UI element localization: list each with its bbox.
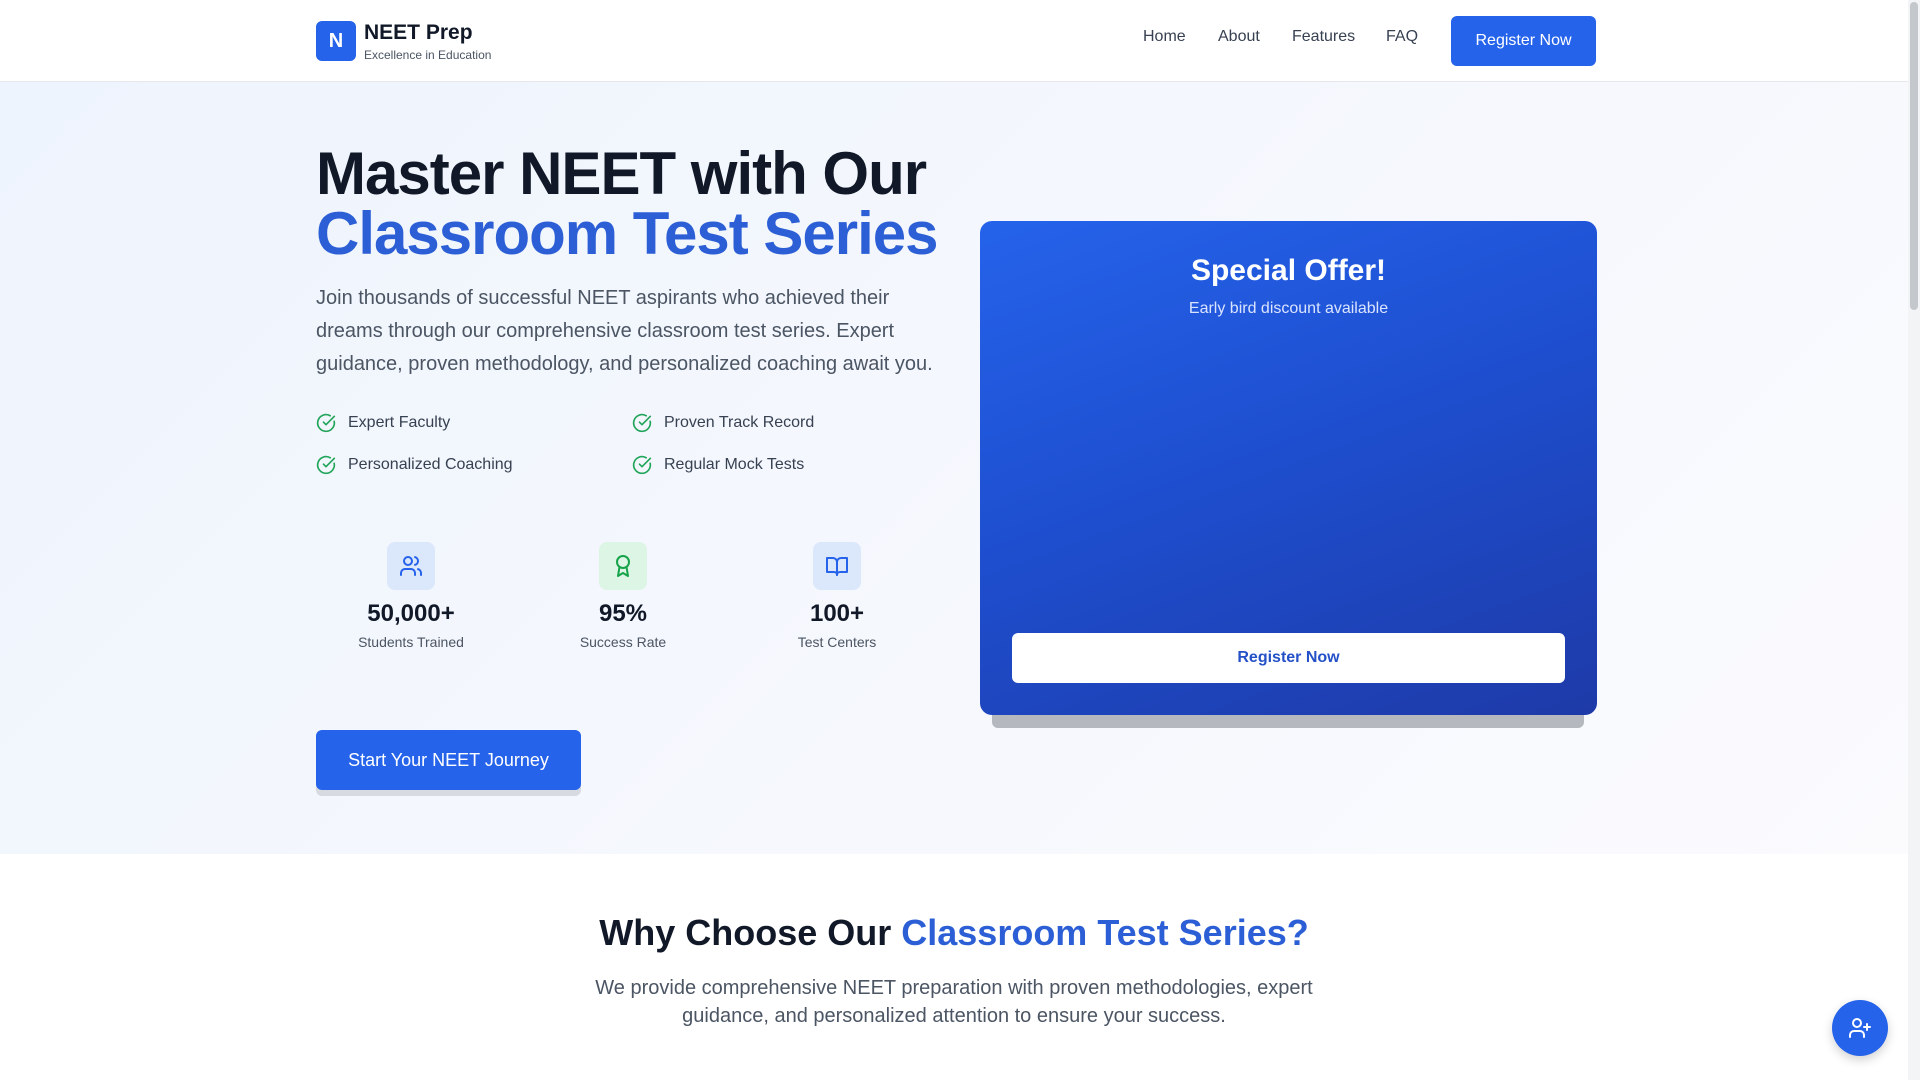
nav-home-link[interactable]: Home: [1143, 28, 1186, 46]
brand-name[interactable]: NEET Prep: [364, 21, 473, 45]
feature-label: Regular Mock Tests: [664, 456, 805, 473]
why-section-title: Why Choose Our Classroom Test Series?: [0, 912, 1908, 954]
hero-title: Master NEET with Our Classroom Test Seri…: [316, 140, 939, 267]
stat-students: 50,000+ Students Trained: [321, 542, 501, 650]
book-open-icon: [813, 542, 861, 590]
hero-description: Join thousands of successful NEET aspira…: [316, 287, 933, 375]
stat-value: 100+: [809, 600, 865, 627]
why-title-highlight: Classroom Test Series?: [901, 912, 1309, 953]
nav-faq-link[interactable]: FAQ: [1386, 28, 1418, 46]
feature-label: Proven Track Record: [664, 414, 815, 431]
check-circle-icon: [316, 455, 336, 475]
stat-label: Test Centers: [797, 634, 877, 650]
check-circle-icon: [316, 413, 336, 433]
brand-tagline: Excellence in Education: [364, 48, 492, 62]
logo-icon[interactable]: N: [316, 21, 356, 61]
stat-test-centers: 100+ Test Centers: [747, 542, 927, 650]
header-register-button[interactable]: Register Now: [1451, 16, 1596, 66]
nav-about-link[interactable]: About: [1218, 28, 1260, 46]
stat-value: 95%: [598, 600, 648, 627]
check-circle-icon: [632, 455, 652, 475]
users-icon: [387, 542, 435, 590]
user-plus-icon: [1849, 1018, 1871, 1038]
why-section-description: We provide comprehensive NEET preparatio…: [595, 977, 1313, 1027]
feature-item: Regular Mock Tests: [632, 455, 804, 475]
stat-label: Students Trained: [358, 634, 464, 650]
feature-item: Proven Track Record: [632, 413, 814, 433]
offer-title: Special Offer!: [1190, 254, 1387, 287]
scrollbar-thumb[interactable]: [1910, 2, 1918, 310]
offer-subtitle: Early bird discount available: [1188, 300, 1389, 317]
stat-value: 50,000+: [367, 600, 455, 627]
why-title-part1: Why Choose Our: [599, 912, 902, 953]
stat-label: Success Rate: [579, 634, 667, 650]
hero-title-highlight: Classroom Test Series: [316, 200, 939, 267]
page: N NEET Prep Excellence in Education Home…: [0, 0, 1908, 1080]
register-fab-button[interactable]: [1832, 1000, 1888, 1056]
hero-section: [0, 82, 1908, 854]
feature-item: Personalized Coaching: [316, 455, 513, 475]
feature-item: Expert Faculty: [316, 413, 450, 433]
stat-success-rate: 95% Success Rate: [533, 542, 713, 650]
hero-title-line1: Master NEET with Our: [316, 140, 927, 207]
award-icon: [599, 542, 647, 590]
feature-label: Expert Faculty: [348, 414, 451, 431]
offer-register-button[interactable]: Register Now: [1012, 633, 1565, 683]
special-offer-card: Special Offer! Early bird discount avail…: [980, 221, 1597, 715]
nav-features-link[interactable]: Features: [1292, 28, 1355, 46]
start-journey-button[interactable]: Start Your NEET Journey: [316, 730, 581, 790]
feature-label: Personalized Coaching: [348, 456, 513, 473]
vertical-scrollbar[interactable]: [1908, 0, 1920, 1080]
check-circle-icon: [632, 413, 652, 433]
site-header: N NEET Prep Excellence in Education Home…: [0, 0, 1908, 82]
